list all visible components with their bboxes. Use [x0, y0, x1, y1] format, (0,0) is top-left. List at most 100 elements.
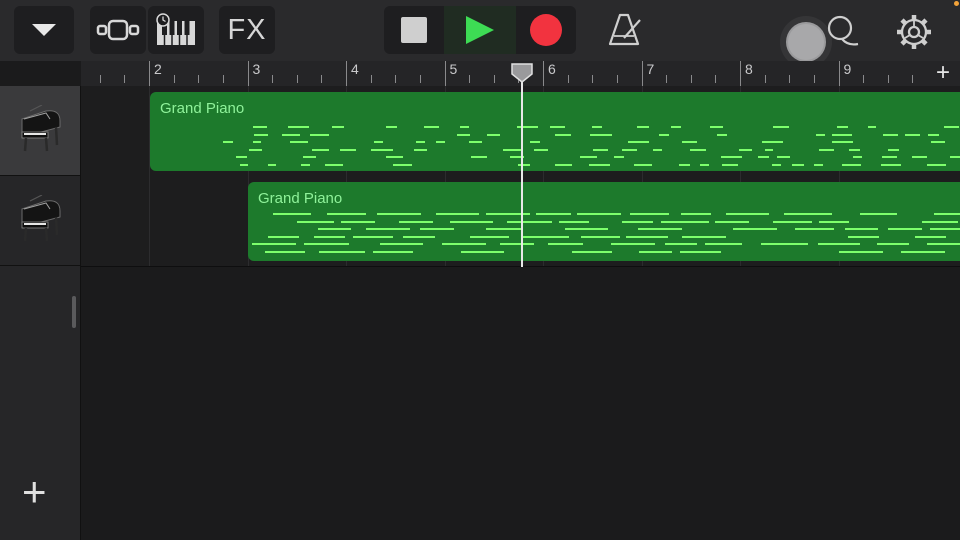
playhead[interactable]: [521, 70, 523, 267]
midi-note: [931, 141, 946, 143]
midi-note: [303, 156, 316, 158]
transport-controls: [384, 6, 576, 54]
tracks-view-button[interactable]: [90, 6, 146, 54]
keyboard-button[interactable]: [148, 6, 204, 54]
region-label: Grand Piano: [258, 190, 343, 207]
ruler-tick: [912, 75, 914, 83]
midi-note: [471, 156, 488, 158]
ruler-tick: [296, 75, 298, 83]
midi-note: [659, 133, 670, 136]
region-label: Grand Piano: [160, 100, 245, 117]
settings-button[interactable]: [894, 12, 934, 52]
midi-note: [288, 126, 309, 128]
midi-region[interactable]: Grand Piano: [150, 92, 960, 171]
stop-button[interactable]: [384, 6, 444, 54]
midi-note: [529, 141, 540, 143]
midi-note: [610, 243, 655, 245]
metronome-icon: [608, 13, 641, 46]
midi-note: [352, 235, 394, 238]
midi-note: [757, 156, 770, 158]
midi-note: [325, 163, 343, 166]
midi-note: [248, 148, 263, 151]
midi-note: [590, 133, 613, 136]
fx-button[interactable]: FX: [219, 6, 275, 54]
midi-note: [450, 220, 494, 223]
track-header-1[interactable]: [0, 86, 80, 176]
midi-note: [922, 220, 959, 223]
midi-note: [239, 163, 248, 166]
midi-region[interactable]: Grand Piano: [248, 182, 960, 261]
ruler-bar-number: 5: [449, 61, 458, 77]
record-icon: [530, 14, 562, 46]
midi-note: [831, 133, 852, 136]
midi-note: [441, 243, 487, 245]
status-dot: [954, 1, 959, 6]
midi-note: [914, 235, 946, 238]
ruler-tick: [887, 75, 889, 83]
gear-icon: [897, 15, 931, 49]
midi-note: [414, 148, 428, 151]
loop-icon: [827, 15, 859, 46]
ruler-bar-number: 4: [351, 61, 359, 77]
midi-note: [327, 213, 367, 215]
playhead-handle[interactable]: [511, 63, 533, 83]
midi-note: [253, 126, 268, 128]
ruler-bar-line: [543, 61, 544, 86]
midi-note: [859, 213, 897, 215]
midi-note: [671, 126, 682, 128]
midi-note: [461, 250, 505, 253]
midi-note: [633, 163, 652, 166]
midi-note: [392, 163, 413, 166]
ruler-bar-number: 2: [154, 61, 162, 77]
ruler-tick: [99, 75, 101, 83]
ruler-tick: [321, 75, 323, 83]
midi-note: [580, 235, 620, 238]
midi-note: [554, 163, 572, 166]
midi-note: [580, 156, 597, 158]
midi-note: [660, 220, 709, 223]
ruler-tick: [198, 75, 200, 83]
midi-note: [900, 250, 946, 253]
midi-note: [848, 148, 860, 151]
midi-note: [373, 250, 413, 253]
midi-note: [679, 250, 722, 253]
add-section-button[interactable]: +: [936, 61, 950, 85]
ruler-tick: [715, 75, 717, 83]
stop-icon: [401, 17, 427, 43]
track-header-2[interactable]: [0, 176, 80, 266]
midi-note: [876, 243, 910, 245]
midi-note: [588, 163, 611, 166]
ruler-tick: [764, 75, 766, 83]
midi-note: [867, 126, 877, 128]
midi-note: [340, 148, 356, 151]
ruler-tick: [395, 75, 397, 83]
loop-browser-button[interactable]: [822, 12, 862, 48]
midi-note: [772, 163, 782, 166]
midi-note: [738, 148, 753, 151]
ruler-bar-line: [838, 61, 840, 86]
midi-note: [773, 126, 790, 128]
metronome-button[interactable]: [606, 12, 648, 48]
midi-note: [721, 156, 742, 158]
keyboard-icon: [156, 13, 195, 45]
ruler-bar-number: 8: [745, 61, 753, 77]
midi-note: [722, 163, 738, 166]
midi-note: [934, 213, 960, 215]
menu-button[interactable]: [14, 6, 74, 54]
midi-note: [784, 213, 832, 215]
ruler-tick: [493, 75, 495, 83]
midi-note: [340, 220, 376, 223]
midi-note: [818, 148, 835, 151]
play-button[interactable]: [444, 6, 516, 54]
midi-note: [776, 156, 790, 158]
sidebar-resize-handle[interactable]: [72, 296, 76, 328]
ruler-tick: [419, 75, 421, 83]
fx-label: FX: [227, 13, 267, 46]
midi-note: [403, 235, 435, 238]
midi-note: [457, 133, 470, 136]
midi-note: [311, 148, 330, 151]
midi-note: [377, 213, 422, 215]
midi-note: [704, 243, 742, 245]
record-button[interactable]: [516, 6, 576, 54]
add-track-button[interactable]: +: [22, 471, 47, 513]
